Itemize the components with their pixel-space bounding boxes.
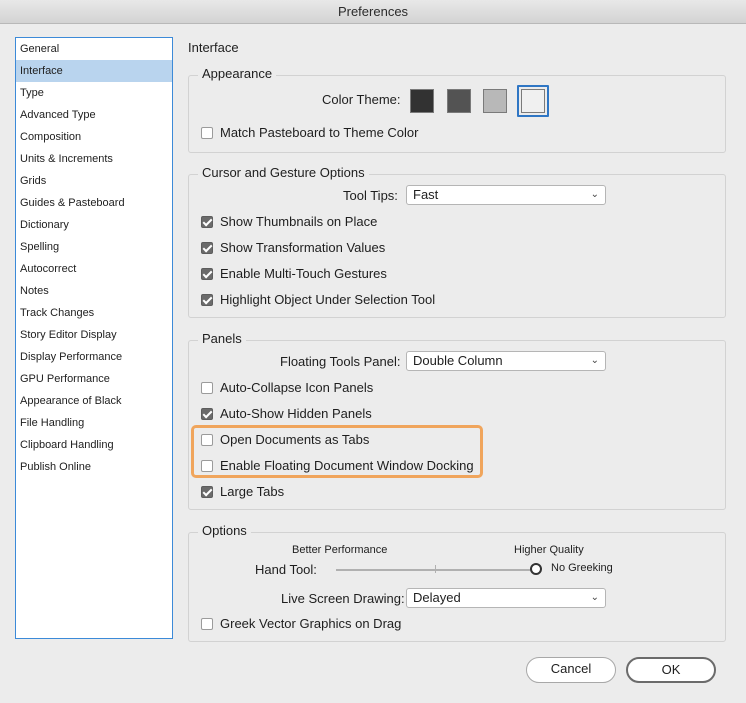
greek-vector-checkbox[interactable] xyxy=(201,617,213,630)
sidebar-item-grids[interactable]: Grids xyxy=(16,170,172,192)
large-tabs-option[interactable]: Large Tabs xyxy=(201,484,284,499)
hand-tool-slider-track[interactable] xyxy=(336,569,532,571)
greek-vector-label: Greek Vector Graphics on Drag xyxy=(220,616,402,631)
floating-tools-label-text: Floating Tools Panel: xyxy=(280,354,401,369)
auto-collapse-checkbox[interactable] xyxy=(201,381,213,394)
match-pasteboard-checkbox[interactable] xyxy=(201,126,213,139)
sidebar-item-autocorrect[interactable]: Autocorrect xyxy=(16,258,172,280)
highlight-object-label: Highlight Object Under Selection Tool xyxy=(220,292,436,307)
sidebar-item-composition[interactable]: Composition xyxy=(16,126,172,148)
section-heading: Interface xyxy=(188,40,239,55)
theme-swatch-medium-light[interactable] xyxy=(483,89,507,113)
sidebar-item-track-changes[interactable]: Track Changes xyxy=(16,302,172,324)
tooltips-label-text: Tool Tips: xyxy=(343,188,398,203)
appearance-group: Appearance Color Theme: Match Pasteboard… xyxy=(188,66,726,153)
higher-quality-text: Higher Quality xyxy=(514,544,584,556)
better-performance-label: Better Performance xyxy=(292,544,387,556)
chevron-down-icon: ⌄ xyxy=(590,189,599,200)
cancel-button[interactable]: Cancel xyxy=(526,657,616,683)
window-title: Preferences xyxy=(0,0,746,24)
chevron-down-icon: ⌄ xyxy=(590,592,599,603)
highlight-object-checkbox[interactable] xyxy=(201,293,213,306)
cursor-gesture-group: Cursor and Gesture Options Tool Tips: Fa… xyxy=(188,165,726,318)
sidebar-item-spelling[interactable]: Spelling xyxy=(16,236,172,258)
hand-tool-value-label: No Greeking xyxy=(551,562,613,574)
hand-tool-slider-thumb[interactable] xyxy=(530,563,542,575)
better-performance-text: Better Performance xyxy=(292,544,388,556)
show-thumbnails-option[interactable]: Show Thumbnails on Place xyxy=(201,214,377,229)
theme-swatch-light xyxy=(521,89,545,113)
sidebar-item-story-editor-display[interactable]: Story Editor Display xyxy=(16,324,172,346)
appearance-group-title: Appearance xyxy=(198,66,277,82)
match-pasteboard-option[interactable]: Match Pasteboard to Theme Color xyxy=(201,125,418,140)
live-screen-value: Delayed xyxy=(413,590,461,605)
theme-swatch-dark[interactable] xyxy=(410,89,434,113)
sidebar-item-display-performance[interactable]: Display Performance xyxy=(16,346,172,368)
multi-touch-checkbox[interactable] xyxy=(201,267,213,280)
highlight-object-option[interactable]: Highlight Object Under Selection Tool xyxy=(201,292,435,307)
hand-tool-slider-tick xyxy=(435,565,436,573)
panels-group-title: Panels xyxy=(198,331,246,347)
sidebar-item-notes[interactable]: Notes xyxy=(16,280,172,302)
auto-show-label: Auto-Show Hidden Panels xyxy=(220,406,372,421)
tooltips-label: Tool Tips: xyxy=(343,188,398,203)
theme-swatch-medium-dark[interactable] xyxy=(447,89,471,113)
sidebar-item-interface[interactable]: Interface xyxy=(16,60,172,82)
auto-show-checkbox[interactable] xyxy=(201,407,213,420)
sidebar-item-units-increments[interactable]: Units & Increments xyxy=(16,148,172,170)
sidebar-item-general[interactable]: General xyxy=(16,38,172,60)
sidebar-item-type[interactable]: Type xyxy=(16,82,172,104)
auto-show-option[interactable]: Auto-Show Hidden Panels xyxy=(201,406,372,421)
show-thumbnails-checkbox[interactable] xyxy=(201,215,213,228)
large-tabs-checkbox[interactable] xyxy=(201,485,213,498)
hand-tool-label-text: Hand Tool: xyxy=(255,562,317,577)
sidebar-item-guides-pasteboard[interactable]: Guides & Pasteboard xyxy=(16,192,172,214)
tooltips-dropdown[interactable]: Fast ⌄ xyxy=(406,185,606,205)
options-group-title: Options xyxy=(198,523,251,539)
floating-tools-value: Double Column xyxy=(413,353,503,368)
tooltips-value: Fast xyxy=(413,187,439,202)
cursor-gesture-group-title: Cursor and Gesture Options xyxy=(198,165,369,181)
auto-collapse-label: Auto-Collapse Icon Panels xyxy=(220,380,374,395)
multi-touch-option[interactable]: Enable Multi-Touch Gestures xyxy=(201,266,387,281)
show-transformation-label: Show Transformation Values xyxy=(220,240,386,255)
show-transformation-checkbox[interactable] xyxy=(201,241,213,254)
match-pasteboard-label: Match Pasteboard to Theme Color xyxy=(220,125,419,140)
ok-button[interactable]: OK xyxy=(626,657,716,683)
sidebar-item-appearance-of-black[interactable]: Appearance of Black xyxy=(16,390,172,412)
live-screen-label-text: Live Screen Drawing: xyxy=(281,591,405,606)
live-screen-dropdown[interactable]: Delayed ⌄ xyxy=(406,588,606,608)
sidebar-item-file-handling[interactable]: File Handling xyxy=(16,412,172,434)
auto-collapse-option[interactable]: Auto-Collapse Icon Panels xyxy=(201,380,373,395)
preferences-sidebar: General Interface Type Advanced Type Com… xyxy=(15,37,173,639)
options-group: Options Better Performance Higher Qualit… xyxy=(188,523,726,642)
theme-swatch-light-selected[interactable] xyxy=(517,85,549,117)
multi-touch-label: Enable Multi-Touch Gestures xyxy=(220,266,387,281)
color-theme-label: Color Theme: xyxy=(322,92,401,107)
sidebar-item-clipboard-handling[interactable]: Clipboard Handling xyxy=(16,434,172,456)
sidebar-item-advanced-type[interactable]: Advanced Type xyxy=(16,104,172,126)
large-tabs-label: Large Tabs xyxy=(220,484,285,499)
sidebar-item-publish-online[interactable]: Publish Online xyxy=(16,456,172,478)
floating-tools-dropdown[interactable]: Double Column ⌄ xyxy=(406,351,606,371)
highlight-annotation xyxy=(191,425,483,478)
hand-tool-value-text: No Greeking xyxy=(551,562,613,574)
greek-vector-option[interactable]: Greek Vector Graphics on Drag xyxy=(201,616,401,631)
live-screen-label: Live Screen Drawing: xyxy=(281,591,405,606)
color-theme-label-text: Color Theme: xyxy=(322,92,401,107)
sidebar-item-gpu-performance[interactable]: GPU Performance xyxy=(16,368,172,390)
floating-tools-label: Floating Tools Panel: xyxy=(280,354,400,369)
show-thumbnails-label: Show Thumbnails on Place xyxy=(220,214,378,229)
higher-quality-label: Higher Quality xyxy=(514,544,584,556)
show-transformation-option[interactable]: Show Transformation Values xyxy=(201,240,385,255)
hand-tool-label: Hand Tool: xyxy=(255,562,317,577)
chevron-down-icon: ⌄ xyxy=(590,355,599,366)
sidebar-item-dictionary[interactable]: Dictionary xyxy=(16,214,172,236)
